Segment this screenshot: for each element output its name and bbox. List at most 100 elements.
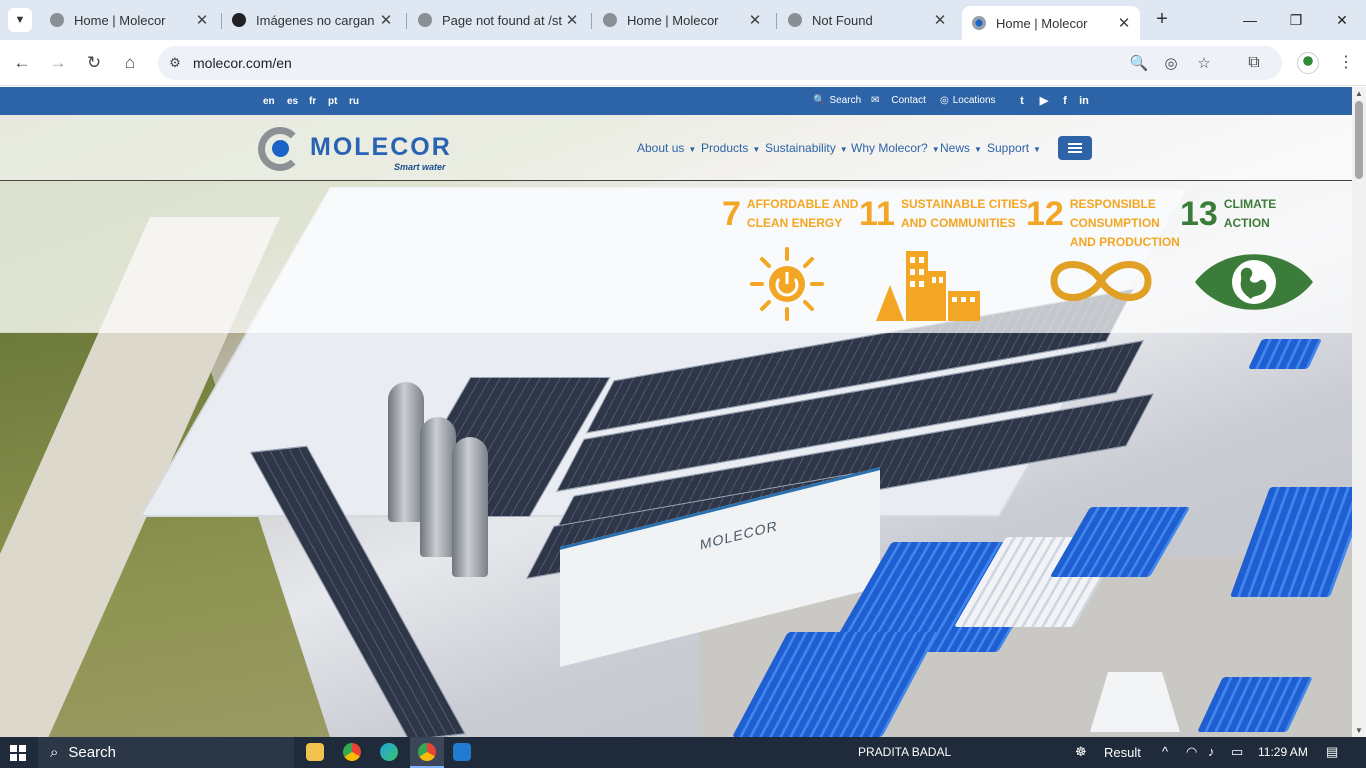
sdg-goal-13: 13 CLIMATE ACTION <box>1180 195 1277 233</box>
tab-strip: ▼ Home | Molecor ✕ Imágenes no cargan ✕ … <box>0 0 1366 40</box>
chevron-down-icon: ▼ <box>14 14 26 26</box>
scroll-down-icon[interactable]: ▼ <box>1355 726 1363 735</box>
tab-search-button[interactable]: ▼ <box>8 8 32 32</box>
chrome-active-app[interactable] <box>410 737 444 768</box>
youtube-icon[interactable]: ▶ <box>1037 94 1051 108</box>
sdg-goals-band: 7 AFFORDABLE AND CLEAN ENERGY 11 SUSTAINA… <box>0 181 1352 333</box>
globe-icon <box>50 13 64 27</box>
search-link[interactable]: 🔍 Search <box>813 95 861 106</box>
close-tab-icon[interactable]: ✕ <box>376 11 396 29</box>
silo <box>388 382 424 522</box>
chrome-icon <box>418 743 436 761</box>
lang-ru[interactable]: ru <box>349 96 359 107</box>
nav-about-us[interactable]: About us ▼ <box>637 141 696 155</box>
infinity-loop-icon <box>1050 261 1152 301</box>
pipe-stack <box>1229 487 1352 597</box>
nav-sustainability[interactable]: Sustainability ▼ <box>765 141 848 155</box>
facebook-icon[interactable]: f <box>1058 94 1072 108</box>
bookmark-star-icon[interactable]: ☆ <box>1194 54 1214 74</box>
chrome-icon[interactable] <box>343 743 361 761</box>
openai-icon <box>232 13 246 27</box>
minimize-icon[interactable]: — <box>1230 8 1270 32</box>
extensions-icon[interactable]: ⧉ <box>1242 51 1266 75</box>
city-buildings-icon <box>876 251 980 321</box>
molecor-logo[interactable]: MOLECOR Smart water <box>258 125 458 175</box>
close-tab-icon[interactable]: ✕ <box>930 11 950 29</box>
nav-news[interactable]: News ▼ <box>940 141 982 155</box>
forward-icon[interactable]: → <box>46 51 70 75</box>
globe-icon <box>788 13 802 27</box>
earth-eye-icon <box>1195 254 1313 310</box>
locations-link[interactable]: ◎ Locations <box>940 95 996 106</box>
reload-icon[interactable]: ↻ <box>82 51 106 75</box>
restore-icon[interactable]: ❐ <box>1276 8 1316 32</box>
globe-icon <box>418 13 432 27</box>
globe-icon <box>603 13 617 27</box>
linkedin-icon[interactable]: in <box>1077 94 1091 108</box>
vscode-icon[interactable] <box>453 743 471 761</box>
tray-chevron-icon[interactable]: ^ <box>1162 744 1168 759</box>
tab-home-molecor-active[interactable]: Home | Molecor ✕ <box>962 6 1140 40</box>
silo <box>452 437 488 577</box>
caret-down-icon: ▼ <box>839 145 848 154</box>
site-info-icon[interactable]: ⚙ <box>166 54 184 72</box>
close-window-icon[interactable]: ✕ <box>1322 8 1362 32</box>
browser-toolbar: ← → ↻ ⌂ ⚙ molecor.com/en 🔍 ◎ ☆ ⧉ ⋮ <box>0 40 1366 86</box>
file-explorer-icon[interactable] <box>306 743 324 761</box>
search-icon: 🔍 <box>813 95 826 106</box>
new-tab-button[interactable]: + <box>1150 8 1174 32</box>
scroll-thumb[interactable] <box>1355 101 1363 179</box>
nav-support[interactable]: Support ▼ <box>987 141 1041 155</box>
edge-icon[interactable] <box>380 743 398 761</box>
close-tab-icon[interactable]: ✕ <box>192 11 212 29</box>
site-header: MOLECOR Smart water About us ▼ Products ▼ … <box>0 115 1352 181</box>
close-tab-icon[interactable]: ✕ <box>562 11 582 29</box>
lang-es[interactable]: es <box>287 96 298 107</box>
tab-separator <box>406 13 407 29</box>
sdg-goal-12: 12 RESPONSIBLE CONSUMPTION AND PRODUCTION <box>1026 195 1180 249</box>
caret-down-icon: ▼ <box>688 145 697 154</box>
tab-not-found[interactable]: Not Found ✕ <box>778 6 956 34</box>
widget-icon[interactable]: ☸ <box>1075 744 1087 760</box>
volume-icon[interactable]: ♪ <box>1208 744 1215 759</box>
envelope-icon: ✉ <box>871 95 880 106</box>
wifi-icon[interactable]: ◠ <box>1186 744 1197 760</box>
hamburger-menu-button[interactable] <box>1058 136 1092 160</box>
lang-pt[interactable]: pt <box>328 96 337 107</box>
windows-start-icon[interactable] <box>10 745 26 761</box>
url-text[interactable]: molecor.com/en <box>193 55 292 71</box>
caret-down-icon: ▼ <box>1033 145 1041 154</box>
lang-en[interactable]: en <box>263 96 275 107</box>
battery-icon[interactable]: ▭ <box>1231 744 1243 760</box>
zoom-icon[interactable]: 🔍 <box>1129 54 1149 74</box>
taskbar-search[interactable]: ⌕ Search <box>38 737 294 768</box>
globe-icon: ◎ <box>940 95 949 106</box>
pipe-stack <box>1248 339 1322 369</box>
tab-page-not-found[interactable]: Page not found at /st ✕ <box>408 6 588 34</box>
notifications-icon[interactable]: ▤ <box>1326 744 1338 760</box>
contact-link[interactable]: ✉ Contact <box>871 95 926 106</box>
address-bar[interactable]: ⚙ molecor.com/en 🔍 ◎ ☆ <box>158 46 1282 80</box>
widget-result[interactable]: Result <box>1104 745 1141 760</box>
home-icon[interactable]: ⌂ <box>118 51 142 75</box>
close-tab-icon[interactable]: ✕ <box>745 11 765 29</box>
back-icon[interactable]: ← <box>10 51 34 75</box>
hamburger-line <box>1068 151 1082 153</box>
close-tab-icon[interactable]: ✕ <box>1114 14 1134 32</box>
tab-home-molecor-1[interactable]: Home | Molecor ✕ <box>40 6 218 34</box>
profile-avatar[interactable] <box>1297 52 1319 74</box>
twitter-icon[interactable]: t <box>1015 94 1029 108</box>
tab-home-molecor-2[interactable]: Home | Molecor ✕ <box>593 6 771 34</box>
menu-kebab-icon[interactable]: ⋮ <box>1334 51 1358 75</box>
tab-imagenes-no-cargan[interactable]: Imágenes no cargan ✕ <box>222 6 402 34</box>
tab-separator <box>776 13 777 29</box>
nav-products[interactable]: Products ▼ <box>701 141 760 155</box>
lang-fr[interactable]: fr <box>309 96 316 107</box>
clock[interactable]: 11:29 AM <box>1258 745 1308 759</box>
web-page: MOLECOR en es fr pt ru 🔍 Search ✉ Contac… <box>0 87 1352 737</box>
nav-why-molecor[interactable]: Why Molecor? ▼ <box>851 141 940 155</box>
page-scrollbar[interactable]: ▲ ▼ <box>1352 87 1366 737</box>
eye-off-icon[interactable]: ◎ <box>1161 54 1181 74</box>
tab-separator <box>591 13 592 29</box>
scroll-up-icon[interactable]: ▲ <box>1355 89 1363 98</box>
